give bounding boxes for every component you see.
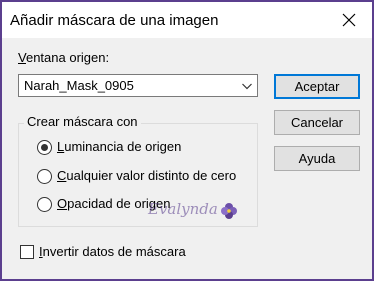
mask-source-group-legend: Crear máscara con xyxy=(24,114,141,129)
invert-mask-label[interactable]: Invertir datos de máscara xyxy=(39,244,186,259)
radio-luminance[interactable] xyxy=(37,140,52,155)
radio-any-nonzero[interactable] xyxy=(37,169,52,184)
chevron-down-icon xyxy=(242,83,252,90)
svg-text:Evalynda: Evalynda xyxy=(147,200,218,218)
watermark-logo: Evalynda xyxy=(147,200,237,219)
close-icon xyxy=(342,13,356,27)
mask-dialog: Añadir máscara de una imagen Ventana ori… xyxy=(0,0,374,281)
source-window-value: Narah_Mask_0905 xyxy=(24,78,134,93)
radio-any-nonzero-label[interactable]: Cualquier valor distinto de cero xyxy=(57,168,236,183)
close-button[interactable] xyxy=(326,2,372,38)
source-window-select[interactable]: Narah_Mask_0905 xyxy=(18,74,258,97)
radio-luminance-label[interactable]: Luminancia de origen xyxy=(57,139,181,154)
title-bar[interactable]: Añadir máscara de una imagen xyxy=(2,2,372,38)
radio-selected-dot xyxy=(41,144,48,151)
radio-source-opacity[interactable] xyxy=(37,197,52,212)
ok-button[interactable]: Aceptar xyxy=(274,74,360,99)
dialog-title: Añadir máscara de una imagen xyxy=(10,12,219,29)
help-button[interactable]: Ayuda xyxy=(274,146,360,171)
invert-mask-checkbox[interactable] xyxy=(20,245,34,259)
source-window-label: Ventana origen: xyxy=(18,50,110,65)
cancel-button[interactable]: Cancelar xyxy=(274,110,360,135)
